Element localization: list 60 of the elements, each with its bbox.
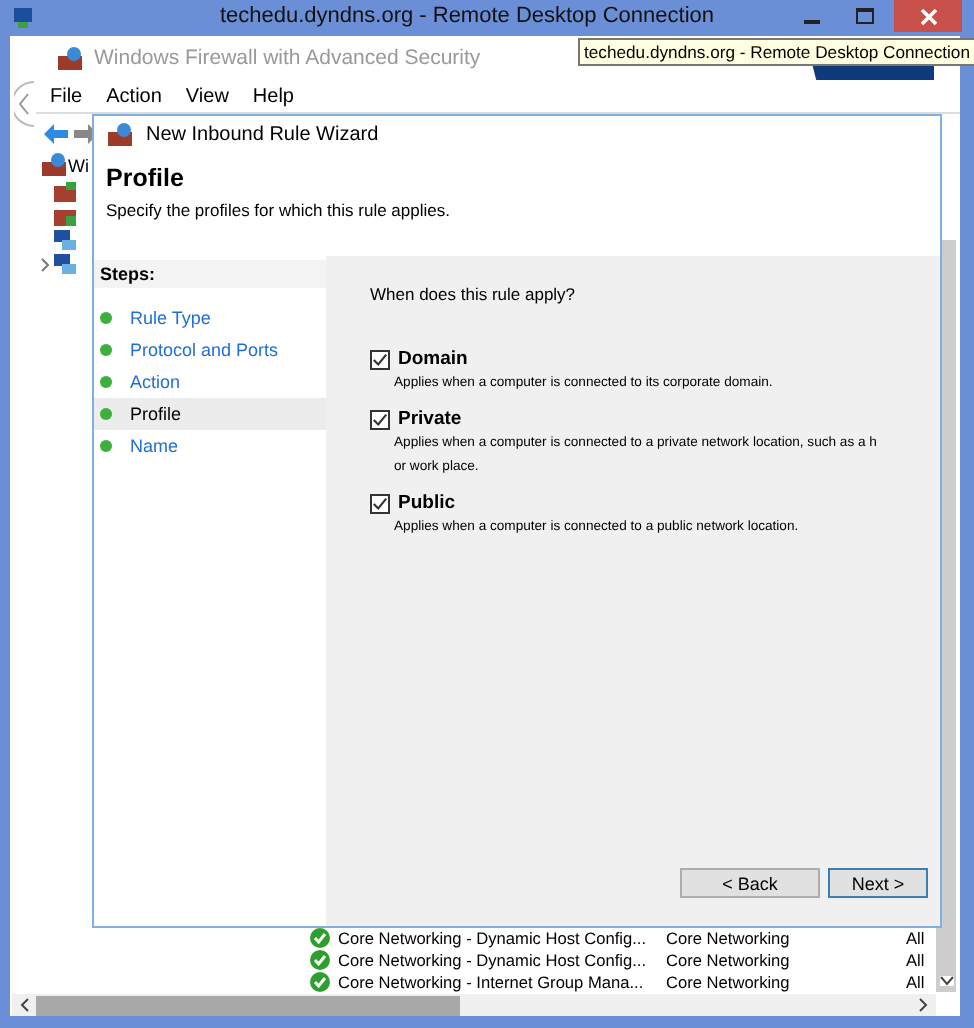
status-dot-icon <box>100 440 112 452</box>
window-title: Windows Firewall with Advanced Security <box>94 46 481 70</box>
table-cell-text: Core Networking <box>666 949 792 969</box>
page-subtitle: Specify the profiles for which this rule applies. <box>106 200 452 220</box>
status-dot-icon <box>100 344 112 356</box>
maximize-icon <box>855 8 873 24</box>
status-dot-icon <box>100 408 112 420</box>
firewall-icon[interactable] <box>54 182 76 202</box>
menu-item[interactable]: File <box>50 85 83 107</box>
checkbox-box[interactable] <box>370 493 390 513</box>
menu-item[interactable]: Action <box>106 85 162 107</box>
wizard-button[interactable]: < Back <box>680 868 820 898</box>
wizard-button[interactable]: Next > <box>828 868 928 898</box>
scroll-down-icon[interactable] <box>939 976 953 986</box>
scroll-right-icon[interactable] <box>918 998 928 1012</box>
table-cell-text: Core Networking - Dynamic Host Config... <box>338 927 649 947</box>
checkbox-box[interactable] <box>370 409 390 429</box>
firewall-icon[interactable] <box>54 206 76 226</box>
close-icon <box>919 7 937 25</box>
step-item[interactable]: Protocol and Ports <box>94 334 326 366</box>
scroll-thumb[interactable] <box>36 995 460 1015</box>
table-cell: All <box>906 949 925 969</box>
step-item[interactable]: Name <box>94 430 326 462</box>
close-button[interactable] <box>894 0 962 32</box>
tree-item[interactable]: Wi <box>68 155 89 175</box>
table-cell-text: Core Networking <box>666 971 792 991</box>
status-dot-icon <box>100 312 112 324</box>
table-cell: All <box>906 927 925 947</box>
steps-heading: Steps: <box>94 260 326 288</box>
computer-icon <box>12 6 36 30</box>
checkbox-box[interactable] <box>370 349 390 369</box>
scrollbar[interactable] <box>12 994 936 1016</box>
computer-icon[interactable] <box>54 230 76 250</box>
status-dot-icon <box>100 376 112 388</box>
menu-item[interactable]: View <box>185 85 229 107</box>
back-arrow-icon[interactable] <box>44 124 68 144</box>
checkbox[interactable]: Private <box>370 408 928 430</box>
table-cell-text: Core Networking <box>666 927 792 947</box>
table-cell: All <box>906 971 925 991</box>
table-cell-text: Core Networking - Dynamic Host Config... <box>338 949 649 969</box>
page-heading: Profile <box>106 164 186 192</box>
question-text: When does this rule apply? <box>370 284 578 304</box>
step-item[interactable]: Rule Type <box>94 302 326 334</box>
firewall-icon <box>56 45 84 71</box>
window-title: techedu.dyndns.org - Remote Desktop Connection <box>217 4 717 28</box>
checkbox[interactable]: Public <box>370 492 928 514</box>
scroll-left-icon[interactable] <box>20 998 30 1012</box>
check-circle-icon <box>310 949 330 969</box>
computer-icon[interactable] <box>54 254 76 274</box>
check-circle-icon <box>310 971 330 991</box>
step-item[interactable]: Action <box>94 366 326 398</box>
dialog-title: New Inbound Rule Wizard <box>146 123 379 145</box>
table-cell-text: Core Networking - Internet Group Mana... <box>338 971 646 991</box>
firewall-icon <box>40 152 68 178</box>
step-item[interactable]: Profile <box>94 398 326 430</box>
expand-chevron-icon[interactable] <box>40 257 50 271</box>
tooltip: techedu.dyndns.org - Remote Desktop Connection <box>578 38 974 66</box>
menu-item[interactable]: Help <box>252 85 294 107</box>
checkbox[interactable]: Domain <box>370 348 928 370</box>
firewall-icon <box>106 121 134 147</box>
